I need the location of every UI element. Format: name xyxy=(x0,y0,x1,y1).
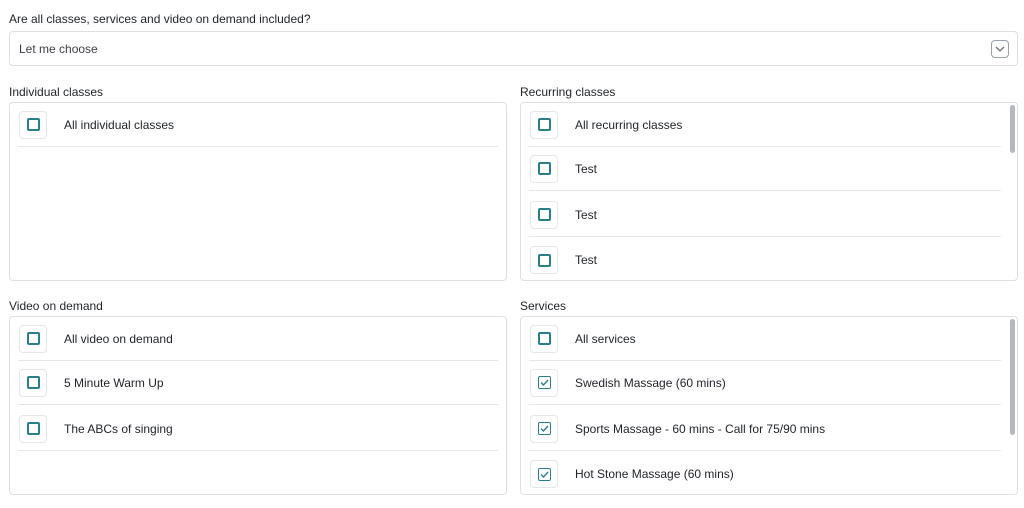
recurring-class-row[interactable]: All recurring classes xyxy=(529,103,1001,147)
individual-class-label: All individual classes xyxy=(64,117,175,132)
checkbox[interactable] xyxy=(530,368,558,397)
service-row[interactable]: Swedish Massage (60 mins) xyxy=(529,361,1001,405)
checkbox-unchecked-icon xyxy=(537,253,551,267)
service-row[interactable]: Hot Stone Massage (60 mins) xyxy=(529,452,1001,494)
video-on-demand-label: All video on demand xyxy=(64,331,173,346)
service-row[interactable]: All services xyxy=(529,317,1001,361)
chevron-down-icon[interactable] xyxy=(991,40,1009,58)
video-on-demand-panel: All video on demand 5 Minute Warm Up The A… xyxy=(9,316,507,495)
services-panel: All services Swedish Massage (60 mins) Spo… xyxy=(520,316,1018,495)
video-on-demand-row[interactable]: The ABCs of singing xyxy=(18,407,498,451)
recurring-class-row[interactable]: Test xyxy=(529,193,1001,237)
services-title: Services xyxy=(520,299,567,313)
video-on-demand-row[interactable]: 5 Minute Warm Up xyxy=(18,361,498,405)
services-scrollbar[interactable] xyxy=(1010,319,1015,435)
service-label: Swedish Massage (60 mins) xyxy=(575,375,726,390)
video-on-demand-label: The ABCs of singing xyxy=(64,421,173,436)
checkbox[interactable] xyxy=(19,368,47,397)
inclusion-select[interactable]: Let me choose xyxy=(9,31,1018,66)
checkbox-unchecked-icon xyxy=(26,376,40,389)
individual-class-row[interactable]: All individual classes xyxy=(18,103,498,147)
checkbox[interactable] xyxy=(530,110,558,139)
individual-classes-panel: All individual classes xyxy=(9,102,507,281)
checkbox-unchecked-icon xyxy=(537,118,551,131)
checkbox[interactable] xyxy=(19,324,47,353)
checkbox[interactable] xyxy=(530,414,558,443)
service-row[interactable]: Sports Massage - 60 mins - Call for 75/9… xyxy=(529,407,1001,451)
checkbox-checked-icon xyxy=(537,422,551,435)
recurring-class-label: Test xyxy=(575,161,598,176)
service-label: All services xyxy=(575,331,636,346)
select-value: Let me choose xyxy=(19,41,98,56)
checkbox[interactable] xyxy=(19,414,47,443)
video-on-demand-row[interactable]: All video on demand xyxy=(18,317,498,361)
checkbox-unchecked-icon xyxy=(26,118,40,131)
checkbox[interactable] xyxy=(530,324,558,353)
checkbox[interactable] xyxy=(530,154,558,183)
recurring-class-row[interactable]: Test xyxy=(529,147,1001,191)
service-label: Sports Massage - 60 mins - Call for 75/9… xyxy=(575,421,826,436)
recurring-class-label: Test xyxy=(575,207,598,222)
recurring-scrollbar[interactable] xyxy=(1010,105,1015,153)
checkbox-unchecked-icon xyxy=(537,208,551,221)
checkbox[interactable] xyxy=(19,110,47,139)
checkbox[interactable] xyxy=(530,200,558,229)
checkbox-unchecked-icon xyxy=(26,332,40,345)
video-on-demand-label: 5 Minute Warm Up xyxy=(64,375,164,390)
checkbox[interactable] xyxy=(530,246,558,274)
recurring-class-row[interactable]: Test xyxy=(529,238,1001,280)
question-label: Are all classes, services and video on d… xyxy=(9,12,311,26)
checkbox-unchecked-icon xyxy=(26,422,40,435)
checkbox-unchecked-icon xyxy=(537,162,551,175)
individual-classes-title: Individual classes xyxy=(9,85,104,99)
video-on-demand-title: Video on demand xyxy=(9,299,103,313)
checkbox-checked-icon xyxy=(537,376,551,389)
recurring-classes-title: Recurring classes xyxy=(520,85,616,99)
service-label: Hot Stone Massage (60 mins) xyxy=(575,467,734,481)
checkbox-checked-icon xyxy=(537,467,551,481)
recurring-classes-panel: All recurring classes Test Test Test xyxy=(520,102,1018,281)
recurring-class-label: All recurring classes xyxy=(575,117,683,132)
checkbox[interactable] xyxy=(530,460,558,488)
checkbox-unchecked-icon xyxy=(537,332,551,345)
recurring-class-label: Test xyxy=(575,253,598,267)
